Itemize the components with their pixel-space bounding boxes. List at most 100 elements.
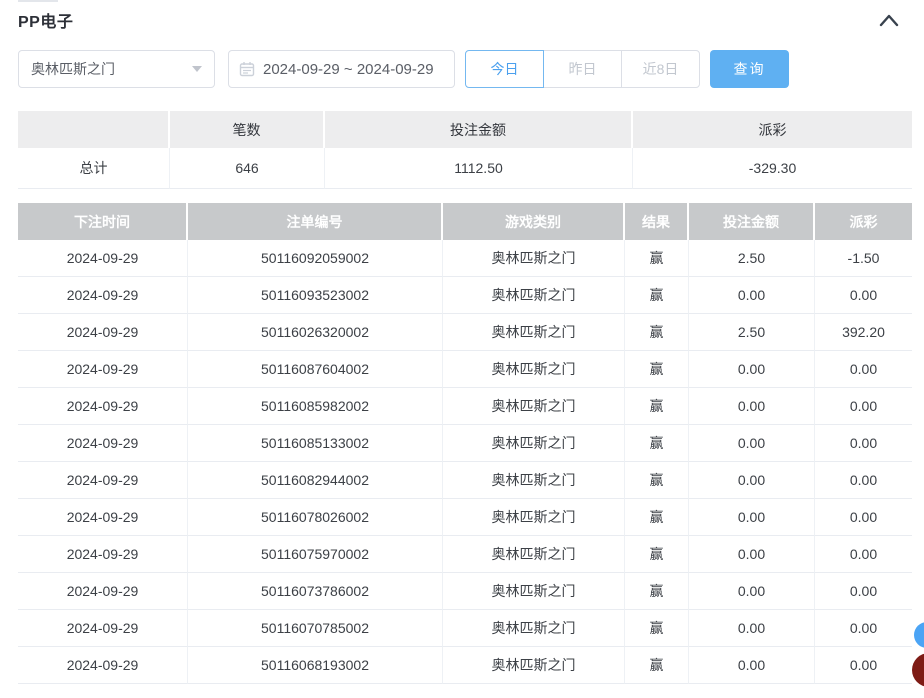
bet-time-cell: 2024-09-29 bbox=[18, 462, 188, 499]
summary-total-bet-amount: 1112.50 bbox=[325, 148, 633, 189]
result-cell: 赢 bbox=[625, 499, 689, 536]
bet-amount-cell: 0.00 bbox=[689, 425, 815, 462]
payout-cell: 392.20 bbox=[815, 314, 912, 351]
summary-header-row: 笔数 投注金额 派彩 bbox=[18, 111, 912, 148]
table-row: 2024-09-29 50116075970002 奥林匹斯之门赢 0.00 0.00 bbox=[18, 536, 912, 573]
bet-id-cell: 50116075970002 bbox=[188, 536, 443, 573]
top-edge-remnant bbox=[18, 0, 58, 2]
header-bet-id: 注单编号 bbox=[188, 203, 443, 240]
page-title: PP电子 bbox=[18, 14, 74, 31]
search-button[interactable]: 查询 bbox=[710, 50, 789, 88]
bet-id-cell: 50116078026002 bbox=[188, 499, 443, 536]
table-row: 2024-09-29 50116093523002 奥林匹斯之门赢 0.00 0.00 bbox=[18, 277, 912, 314]
payout-cell: 0.00 bbox=[815, 499, 912, 536]
collapse-panel-button[interactable] bbox=[878, 12, 900, 28]
table-row: 2024-09-29 50116082944002 奥林匹斯之门赢 0.00 0.00 bbox=[18, 462, 912, 499]
quick-date-button-group: 今日 昨日 近8日 bbox=[465, 50, 700, 88]
header-payout: 派彩 bbox=[815, 203, 912, 240]
chevron-down-icon bbox=[192, 66, 202, 72]
bet-table-header-row: 下注时间 注单编号 游戏类别 结果 投注金额 派彩 bbox=[18, 203, 912, 240]
floating-button-blue[interactable] bbox=[914, 622, 924, 648]
summary-table: 笔数 投注金额 派彩 总计 646 1112.50 -329.30 bbox=[18, 111, 912, 189]
summary-header-count: 笔数 bbox=[170, 111, 325, 148]
game-type-cell: 奥林匹斯之门 bbox=[443, 462, 625, 499]
summary-header-payout: 派彩 bbox=[633, 111, 912, 148]
bet-id-cell: 50116068193002 bbox=[188, 647, 443, 684]
result-cell: 赢 bbox=[625, 314, 689, 351]
payout-cell: 0.00 bbox=[815, 425, 912, 462]
payout-cell: 0.00 bbox=[815, 610, 912, 647]
chevron-up-icon bbox=[879, 14, 899, 27]
bet-time-cell: 2024-09-29 bbox=[18, 314, 188, 351]
payout-cell: -1.50 bbox=[815, 240, 912, 277]
bet-records-table: 下注时间 注单编号 游戏类别 结果 投注金额 派彩 2024-09-29 5011… bbox=[18, 203, 912, 684]
bet-time-cell: 2024-09-29 bbox=[18, 499, 188, 536]
game-type-cell: 奥林匹斯之门 bbox=[443, 351, 625, 388]
pp-electronic-panel: PP电子 奥林匹斯之门 2024-09-29 ~ 2024-09-29 今日 昨… bbox=[0, 0, 924, 698]
result-cell: 赢 bbox=[625, 425, 689, 462]
table-row: 2024-09-29 50116092059002 奥林匹斯之门赢 2.50 -1.50 bbox=[18, 240, 912, 277]
bet-time-cell: 2024-09-29 bbox=[18, 277, 188, 314]
summary-total-payout: -329.30 bbox=[633, 148, 912, 189]
result-cell: 赢 bbox=[625, 351, 689, 388]
bet-amount-cell: 0.00 bbox=[689, 499, 815, 536]
bet-id-cell: 50116082944002 bbox=[188, 462, 443, 499]
date-range-picker[interactable]: 2024-09-29 ~ 2024-09-29 bbox=[228, 50, 455, 88]
summary-total-row: 总计 646 1112.50 -329.30 bbox=[18, 148, 912, 189]
header-game-type: 游戏类别 bbox=[443, 203, 625, 240]
bet-amount-cell: 2.50 bbox=[689, 314, 815, 351]
result-cell: 赢 bbox=[625, 240, 689, 277]
game-type-cell: 奥林匹斯之门 bbox=[443, 499, 625, 536]
game-type-cell: 奥林匹斯之门 bbox=[443, 647, 625, 684]
bet-amount-cell: 0.00 bbox=[689, 536, 815, 573]
payout-cell: 0.00 bbox=[815, 277, 912, 314]
summary-header-blank bbox=[18, 111, 170, 148]
game-type-cell: 奥林匹斯之门 bbox=[443, 277, 625, 314]
table-row: 2024-09-29 50116078026002 奥林匹斯之门赢 0.00 0.00 bbox=[18, 499, 912, 536]
bet-id-cell: 50116093523002 bbox=[188, 277, 443, 314]
floating-button-red[interactable] bbox=[912, 653, 924, 687]
payout-cell: 0.00 bbox=[815, 351, 912, 388]
bet-amount-cell: 0.00 bbox=[689, 351, 815, 388]
bet-time-cell: 2024-09-29 bbox=[18, 647, 188, 684]
bet-time-cell: 2024-09-29 bbox=[18, 351, 188, 388]
game-type-cell: 奥林匹斯之门 bbox=[443, 610, 625, 647]
date-range-value: 2024-09-29 ~ 2024-09-29 bbox=[263, 60, 434, 78]
table-row: 2024-09-29 50116026320002 奥林匹斯之门赢 2.50 392.2… bbox=[18, 314, 912, 351]
payout-cell: 0.00 bbox=[815, 573, 912, 610]
bet-amount-cell: 0.00 bbox=[689, 573, 815, 610]
table-row: 2024-09-29 50116070785002 奥林匹斯之门赢 0.00 0.00 bbox=[18, 610, 912, 647]
bet-id-cell: 50116092059002 bbox=[188, 240, 443, 277]
bet-time-cell: 2024-09-29 bbox=[18, 610, 188, 647]
table-row: 2024-09-29 50116073786002 奥林匹斯之门赢 0.00 0.00 bbox=[18, 573, 912, 610]
bet-id-cell: 50116073786002 bbox=[188, 573, 443, 610]
summary-total-count: 646 bbox=[170, 148, 325, 189]
summary-header-bet-amount: 投注金额 bbox=[325, 111, 633, 148]
game-type-cell: 奥林匹斯之门 bbox=[443, 314, 625, 351]
game-select[interactable]: 奥林匹斯之门 bbox=[18, 50, 215, 88]
table-row: 2024-09-29 50116087604002 奥林匹斯之门赢 0.00 0.00 bbox=[18, 351, 912, 388]
last-8-days-button[interactable]: 近8日 bbox=[621, 50, 700, 88]
filter-bar: 奥林匹斯之门 2024-09-29 ~ 2024-09-29 今日 昨日 近8日… bbox=[18, 50, 789, 88]
bet-time-cell: 2024-09-29 bbox=[18, 573, 188, 610]
bet-amount-cell: 0.00 bbox=[689, 462, 815, 499]
summary-total-label: 总计 bbox=[18, 148, 170, 189]
bet-amount-cell: 0.00 bbox=[689, 388, 815, 425]
bet-id-cell: 50116070785002 bbox=[188, 610, 443, 647]
game-type-cell: 奥林匹斯之门 bbox=[443, 536, 625, 573]
bet-id-cell: 50116087604002 bbox=[188, 351, 443, 388]
game-select-value: 奥林匹斯之门 bbox=[31, 61, 115, 77]
bet-id-cell: 50116026320002 bbox=[188, 314, 443, 351]
table-row: 2024-09-29 50116085982002 奥林匹斯之门赢 0.00 0.00 bbox=[18, 388, 912, 425]
bet-time-cell: 2024-09-29 bbox=[18, 425, 188, 462]
result-cell: 赢 bbox=[625, 610, 689, 647]
yesterday-button[interactable]: 昨日 bbox=[543, 50, 622, 88]
bet-id-cell: 50116085982002 bbox=[188, 388, 443, 425]
result-cell: 赢 bbox=[625, 647, 689, 684]
payout-cell: 0.00 bbox=[815, 462, 912, 499]
header-bet-time: 下注时间 bbox=[18, 203, 188, 240]
result-cell: 赢 bbox=[625, 277, 689, 314]
header-result: 结果 bbox=[625, 203, 689, 240]
today-button[interactable]: 今日 bbox=[465, 50, 544, 88]
bet-table-body: 2024-09-29 50116092059002 奥林匹斯之门赢 2.50 -1.50… bbox=[18, 240, 912, 684]
